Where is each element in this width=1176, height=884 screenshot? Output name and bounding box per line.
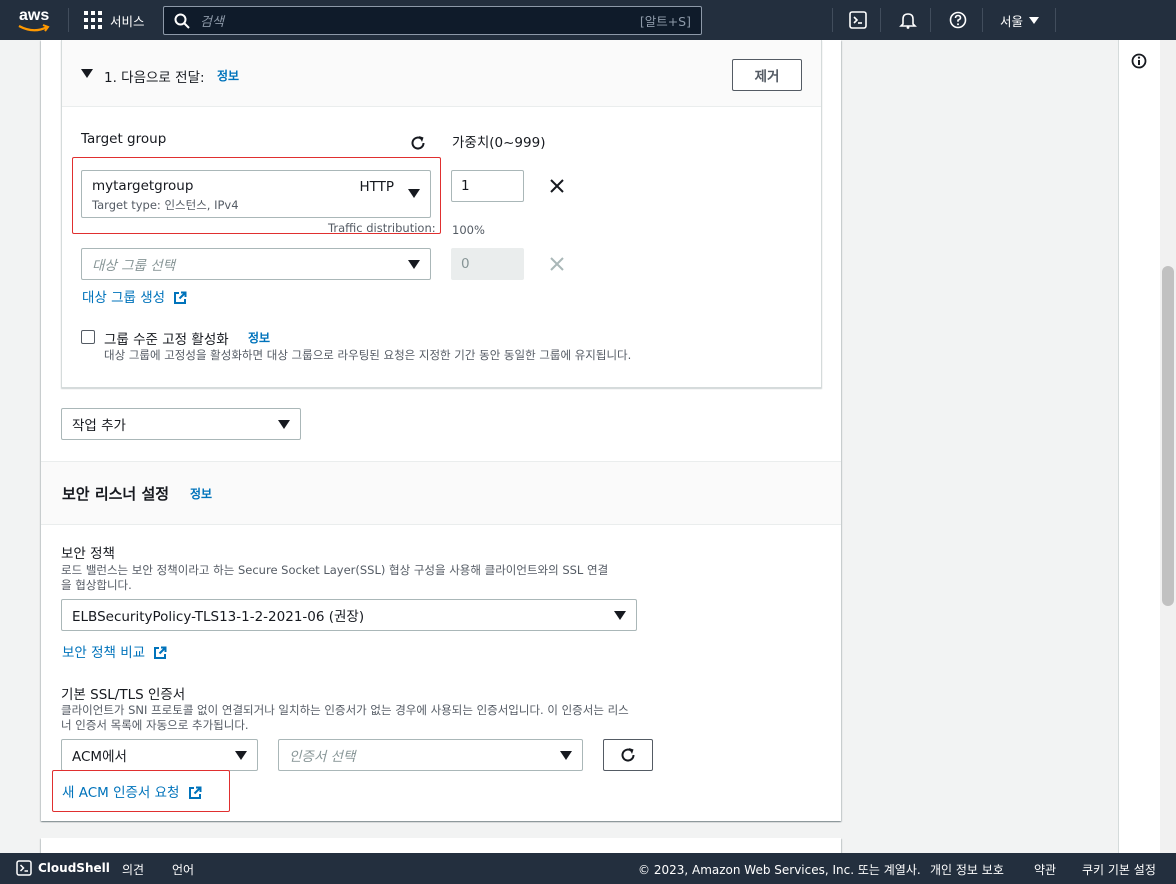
aws-logo-text: aws: [19, 7, 50, 24]
refresh-icon[interactable]: [409, 134, 427, 152]
scrollbar-thumb[interactable]: [1162, 266, 1174, 606]
caret-down-icon: [235, 750, 247, 760]
close-icon[interactable]: [550, 179, 564, 193]
certificate-source-value: ACM에서: [72, 749, 127, 765]
forward-title: 1. 다음으로 전달:: [104, 70, 205, 86]
grid-menu-icon: [84, 11, 102, 29]
forward-info-link[interactable]: 정보: [217, 67, 239, 84]
target-group-label: Target group: [81, 131, 167, 147]
add-action-label: 작업 추가: [72, 418, 126, 434]
refresh-certificates-button[interactable]: [603, 739, 653, 771]
nav-divider: [982, 8, 983, 32]
region-label: 서울: [1000, 14, 1024, 29]
services-menu-button[interactable]: 서비스: [84, 10, 145, 30]
nav-divider: [930, 8, 931, 32]
secure-listener-header: 보안 리스너 설정 정보: [41, 461, 841, 525]
secure-listener-info-link[interactable]: 정보: [190, 485, 212, 502]
search-icon: [174, 13, 190, 29]
side-tools-panel: [1118, 40, 1160, 853]
nav-divider: [1055, 8, 1056, 32]
feedback-link[interactable]: 의견: [122, 861, 144, 878]
terminal-icon: [849, 11, 867, 29]
close-icon: [550, 257, 564, 271]
services-label: 서비스: [110, 13, 145, 29]
external-link-icon: [154, 646, 167, 659]
notifications-button[interactable]: [897, 9, 919, 31]
weight-input-2: 0: [451, 248, 524, 280]
external-link-icon: [174, 291, 187, 304]
search-shortcut: [알트+S]: [639, 14, 691, 29]
certificate-description-2: 너 인증서 목록에 자동으로 추가됩니다.: [61, 718, 249, 732]
info-icon[interactable]: [1131, 53, 1147, 69]
terminal-icon: [16, 860, 32, 876]
weight-input-1[interactable]: 1: [451, 170, 524, 202]
stickiness-info-link[interactable]: 정보: [248, 329, 270, 346]
bell-icon: [899, 13, 917, 29]
caret-down-icon: [408, 259, 420, 269]
cloudshell-label: CloudShell: [38, 861, 110, 875]
traffic-distribution-value: 100%: [452, 223, 485, 237]
caret-down-icon: [1029, 16, 1040, 24]
nav-divider: [68, 8, 69, 32]
security-policy-description-2: 을 협상합니다.: [61, 578, 132, 592]
stickiness-label: 그룹 수준 고정 활성화: [104, 332, 229, 348]
stickiness-description: 대상 그룹에 고정성을 활성화하면 대상 그룹으로 라우팅된 요청은 지정한 기…: [104, 348, 632, 362]
cookie-preferences-link[interactable]: 쿠키 기본 설정: [1082, 861, 1156, 878]
secure-listener-title: 보안 리스너 설정: [62, 485, 170, 503]
footer-bar: CloudShell 의견 언어 © 2023, Amazon Web Serv…: [0, 853, 1176, 884]
traffic-distribution-label: Traffic distribution:: [328, 221, 436, 235]
terms-link[interactable]: 약관: [1034, 861, 1056, 878]
aws-logo[interactable]: aws: [14, 6, 54, 34]
cloudshell-button[interactable]: [847, 9, 869, 31]
certificate-select[interactable]: 인증서 선택: [278, 739, 583, 771]
cloudshell-footer-button[interactable]: CloudShell: [16, 860, 110, 876]
create-target-group-label: 대상 그룹 생성: [82, 290, 166, 306]
certificate-placeholder: 인증서 선택: [289, 749, 356, 765]
add-action-select[interactable]: 작업 추가: [61, 408, 301, 440]
privacy-link[interactable]: 개인 정보 보호: [930, 861, 1004, 878]
nav-divider: [880, 8, 881, 32]
forward-action-header: 1. 다음으로 전달: 정보 제거: [62, 40, 821, 107]
caret-down-icon: [560, 750, 572, 760]
compare-policies-label: 보안 정책 비교: [62, 645, 146, 661]
search-placeholder: 검색: [200, 15, 224, 30]
caret-down-icon[interactable]: [81, 69, 93, 78]
certificate-description-1: 클라이언트가 SNI 프로토콜 없이 연결되거나 일치하는 인증서가 없는 경우…: [61, 703, 629, 717]
language-link[interactable]: 언어: [172, 861, 194, 878]
caret-down-icon: [614, 610, 626, 620]
security-policy-label: 보안 정책: [61, 546, 115, 562]
stickiness-checkbox[interactable]: [81, 330, 95, 344]
search-box[interactable]: 검색 [알트+S]: [163, 6, 702, 35]
copyright-text: © 2023, Amazon Web Services, Inc. 또는 계열사…: [638, 863, 921, 877]
security-policy-description-1: 로드 밸런스는 보안 정책이라고 하는 Secure Socket Layer(…: [61, 563, 609, 577]
target-group-placeholder: 대상 그룹 선택: [92, 258, 176, 274]
compare-policies-link[interactable]: 보안 정책 비교: [62, 641, 167, 661]
help-icon: [949, 11, 967, 29]
aws-smile-icon: [18, 24, 50, 32]
security-policy-select[interactable]: ELBSecurityPolicy-TLS13-1-2-2021-06 (권장): [61, 599, 637, 631]
target-group-select-2[interactable]: 대상 그룹 선택: [81, 248, 431, 280]
certificate-source-select[interactable]: ACM에서: [61, 739, 258, 771]
refresh-icon: [621, 748, 635, 762]
remove-button[interactable]: 제거: [732, 59, 802, 91]
highlight-box: [52, 770, 230, 812]
weight-label: 가중치(0~999): [452, 135, 546, 151]
nav-divider: [832, 8, 833, 32]
certificate-label: 기본 SSL/TLS 인증서: [61, 687, 186, 703]
top-navigation: aws 서비스 검색 [알트+S] 서울: [0, 0, 1176, 40]
create-target-group-link[interactable]: 대상 그룹 생성: [82, 286, 187, 306]
caret-down-icon: [278, 419, 290, 429]
region-selector[interactable]: 서울: [1000, 11, 1040, 30]
help-button[interactable]: [947, 9, 969, 31]
page-scrollbar[interactable]: [1160, 40, 1176, 853]
security-policy-value: ELBSecurityPolicy-TLS13-1-2-2021-06 (권장): [72, 609, 365, 625]
